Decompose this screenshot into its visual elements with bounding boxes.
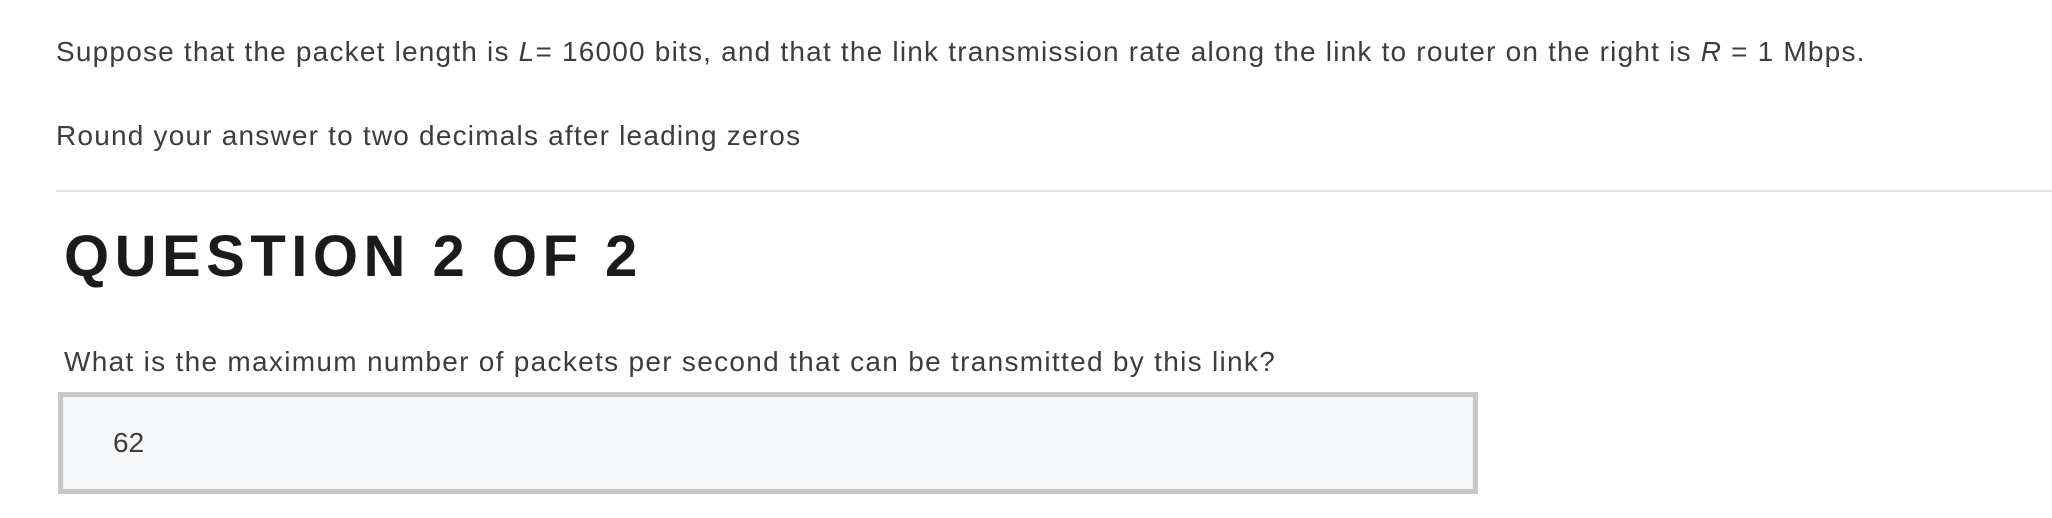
question-prompt: What is the maximum number of packets pe… [64,346,1277,377]
problem-text-end: = 1 Mbps. [1722,36,1866,67]
problem-statement: Suppose that the packet length is L= 160… [56,32,2046,156]
rounding-instruction: Round your answer to two decimals after … [56,120,802,151]
question-heading: QUESTION 2 OF 2 [64,224,643,289]
variable-L: L [518,36,536,67]
problem-text-start: Suppose that the packet length is [56,36,519,67]
answer-input[interactable] [58,392,1478,494]
section-divider [56,190,2052,192]
variable-R: R [1700,36,1723,67]
problem-text-middle: = 16000 bits, and that the link transmis… [535,36,1701,67]
problem-text-line: Suppose that the packet length is L= 160… [56,32,2046,72]
